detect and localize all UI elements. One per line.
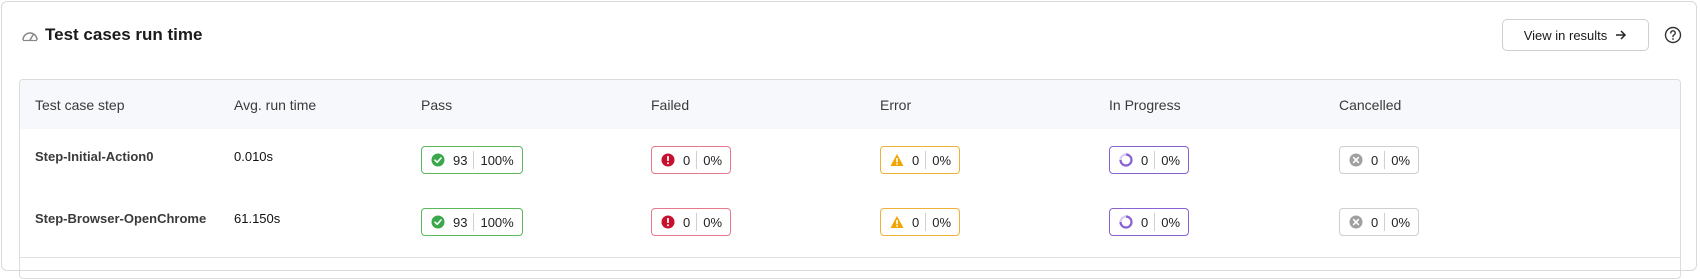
view-in-results-button[interactable]: View in results — [1502, 19, 1649, 51]
exclamation-circle-icon — [661, 215, 675, 229]
warning-triangle-icon — [890, 216, 904, 228]
run-time-table: Test case step Avg. run time Pass Failed… — [19, 79, 1681, 279]
failed-badge[interactable]: 0 0% — [651, 146, 732, 174]
step-name: Step-Initial-Action0 — [35, 149, 154, 164]
in-progress-percent: 0% — [1161, 214, 1181, 230]
panel-header: Test cases run time View in results — [2, 2, 1698, 72]
pass-count: 93 — [453, 152, 468, 168]
in-progress-badge[interactable]: 0 0% — [1109, 208, 1190, 236]
error-badge[interactable]: 0 0% — [880, 208, 961, 236]
check-circle-icon — [431, 153, 445, 167]
error-percent: 0% — [932, 152, 952, 168]
warning-triangle-icon — [890, 154, 904, 166]
spinner-icon — [1119, 153, 1133, 167]
spinner-icon — [1119, 215, 1133, 229]
column-header-error: Error — [880, 97, 912, 113]
arrow-right-icon — [1616, 30, 1627, 40]
cancelled-percent: 0% — [1391, 152, 1411, 168]
column-header-pass: Pass — [421, 97, 453, 113]
failed-count: 0 — [683, 214, 691, 230]
question-circle-icon[interactable] — [1664, 26, 1682, 44]
view-in-results-label: View in results — [1523, 27, 1608, 43]
failed-percent: 0% — [703, 214, 723, 230]
x-circle-icon — [1349, 153, 1363, 167]
in-progress-percent: 0% — [1161, 152, 1181, 168]
column-header-step: Test case step — [35, 97, 125, 113]
in-progress-badge[interactable]: 0 0% — [1109, 146, 1190, 174]
pass-percent: 100% — [480, 152, 514, 168]
error-count: 0 — [912, 152, 920, 168]
panel-title: Test cases run time — [45, 25, 203, 44]
error-badge[interactable]: 0 0% — [880, 146, 961, 174]
table-header: Test case step Avg. run time Pass Failed… — [20, 80, 1680, 130]
test-cases-run-time-panel: Test cases run time View in results Test… — [1, 1, 1698, 279]
failed-count: 0 — [683, 152, 691, 168]
cancelled-count: 0 — [1371, 152, 1379, 168]
cancelled-percent: 0% — [1391, 214, 1411, 230]
check-circle-icon — [431, 215, 445, 229]
error-percent: 0% — [932, 214, 952, 230]
column-header-in-progress: In Progress — [1109, 97, 1181, 113]
x-circle-icon — [1349, 215, 1363, 229]
avg-run-time: 0.010s — [234, 149, 274, 164]
column-header-failed: Failed — [651, 97, 690, 113]
error-count: 0 — [912, 214, 920, 230]
speedometer-icon — [22, 32, 38, 42]
pass-badge[interactable]: 93 100% — [421, 146, 523, 174]
pass-percent: 100% — [480, 214, 514, 230]
table-row: Step-Browser-OpenChrome 61.150s 93 100% … — [20, 191, 1680, 258]
column-header-avg-time: Avg. run time — [234, 97, 317, 113]
column-header-cancelled: Cancelled — [1339, 97, 1402, 113]
avg-run-time: 61.150s — [234, 211, 281, 226]
table-row: Step-Initial-Action0 0.010s 93 100% 0 0%… — [20, 129, 1680, 196]
pass-badge[interactable]: 93 100% — [421, 208, 523, 236]
step-name: Step-Browser-OpenChrome — [35, 211, 207, 226]
failed-percent: 0% — [703, 152, 723, 168]
failed-badge[interactable]: 0 0% — [651, 208, 732, 236]
pass-count: 93 — [453, 214, 468, 230]
cancelled-badge[interactable]: 0 0% — [1339, 208, 1420, 236]
cancelled-count: 0 — [1371, 214, 1379, 230]
in-progress-count: 0 — [1141, 152, 1149, 168]
cancelled-badge[interactable]: 0 0% — [1339, 146, 1420, 174]
exclamation-circle-icon — [661, 153, 675, 167]
in-progress-count: 0 — [1141, 214, 1149, 230]
